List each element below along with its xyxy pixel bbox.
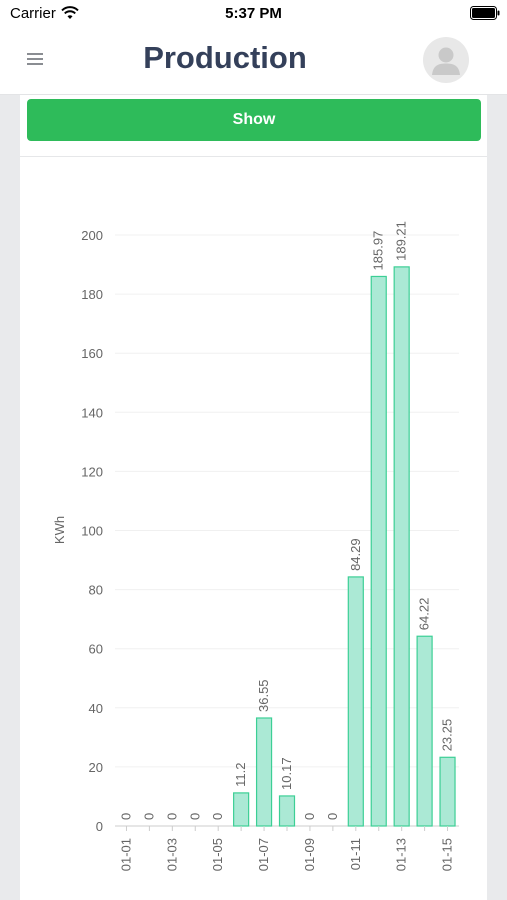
bar [347,576,364,827]
y-tick-label: 60 [89,642,103,657]
data-label: 0 [187,813,202,820]
y-tick-label: 40 [89,701,103,716]
x-tick-label: 01-05 [210,838,225,871]
y-tick-label: 180 [81,287,103,302]
y-axis-label: KWh [52,516,67,544]
x-tick-label: 01-09 [302,838,317,871]
data-label: 0 [302,813,317,820]
y-tick-label: 140 [81,405,103,420]
y-tick-label: 80 [89,583,103,598]
x-tick-label: 01-07 [256,838,271,871]
data-label: 189.21 [394,221,409,261]
y-tick-label: 160 [81,346,103,361]
data-label: 0 [325,813,340,820]
x-tick-label: 01-01 [118,838,133,871]
y-tick-label: 20 [89,760,103,775]
data-label: 185.97 [371,231,386,271]
data-label: 0 [118,813,133,820]
bar [233,792,250,827]
y-tick-label: 100 [81,524,103,539]
data-label: 11.2 [233,763,248,787]
data-label: 0 [141,813,156,820]
x-tick-label: 01-15 [440,838,455,871]
data-label: 0 [164,813,179,820]
production-bar-chart: 020406080100120140160180200KWh001-010 001… [52,221,459,871]
y-tick-label: 200 [81,228,103,243]
bar [393,266,410,827]
x-tick-label: 01-13 [394,838,409,871]
x-tick-label: 01-03 [164,838,179,871]
bar [439,756,456,827]
y-tick-label: 0 [96,819,103,834]
bar [416,635,433,827]
x-tick-label: 01-11 [348,838,363,870]
data-label: 64.22 [417,598,432,631]
data-label: 84.29 [348,538,363,571]
bar [278,795,296,827]
bar [370,275,387,827]
y-tick-label: 120 [81,464,103,479]
data-label: 0 [210,813,225,820]
bar [255,717,273,827]
data-label: 23.25 [440,719,455,752]
data-label: 10.17 [279,757,294,790]
data-label: 36.55 [256,679,271,712]
